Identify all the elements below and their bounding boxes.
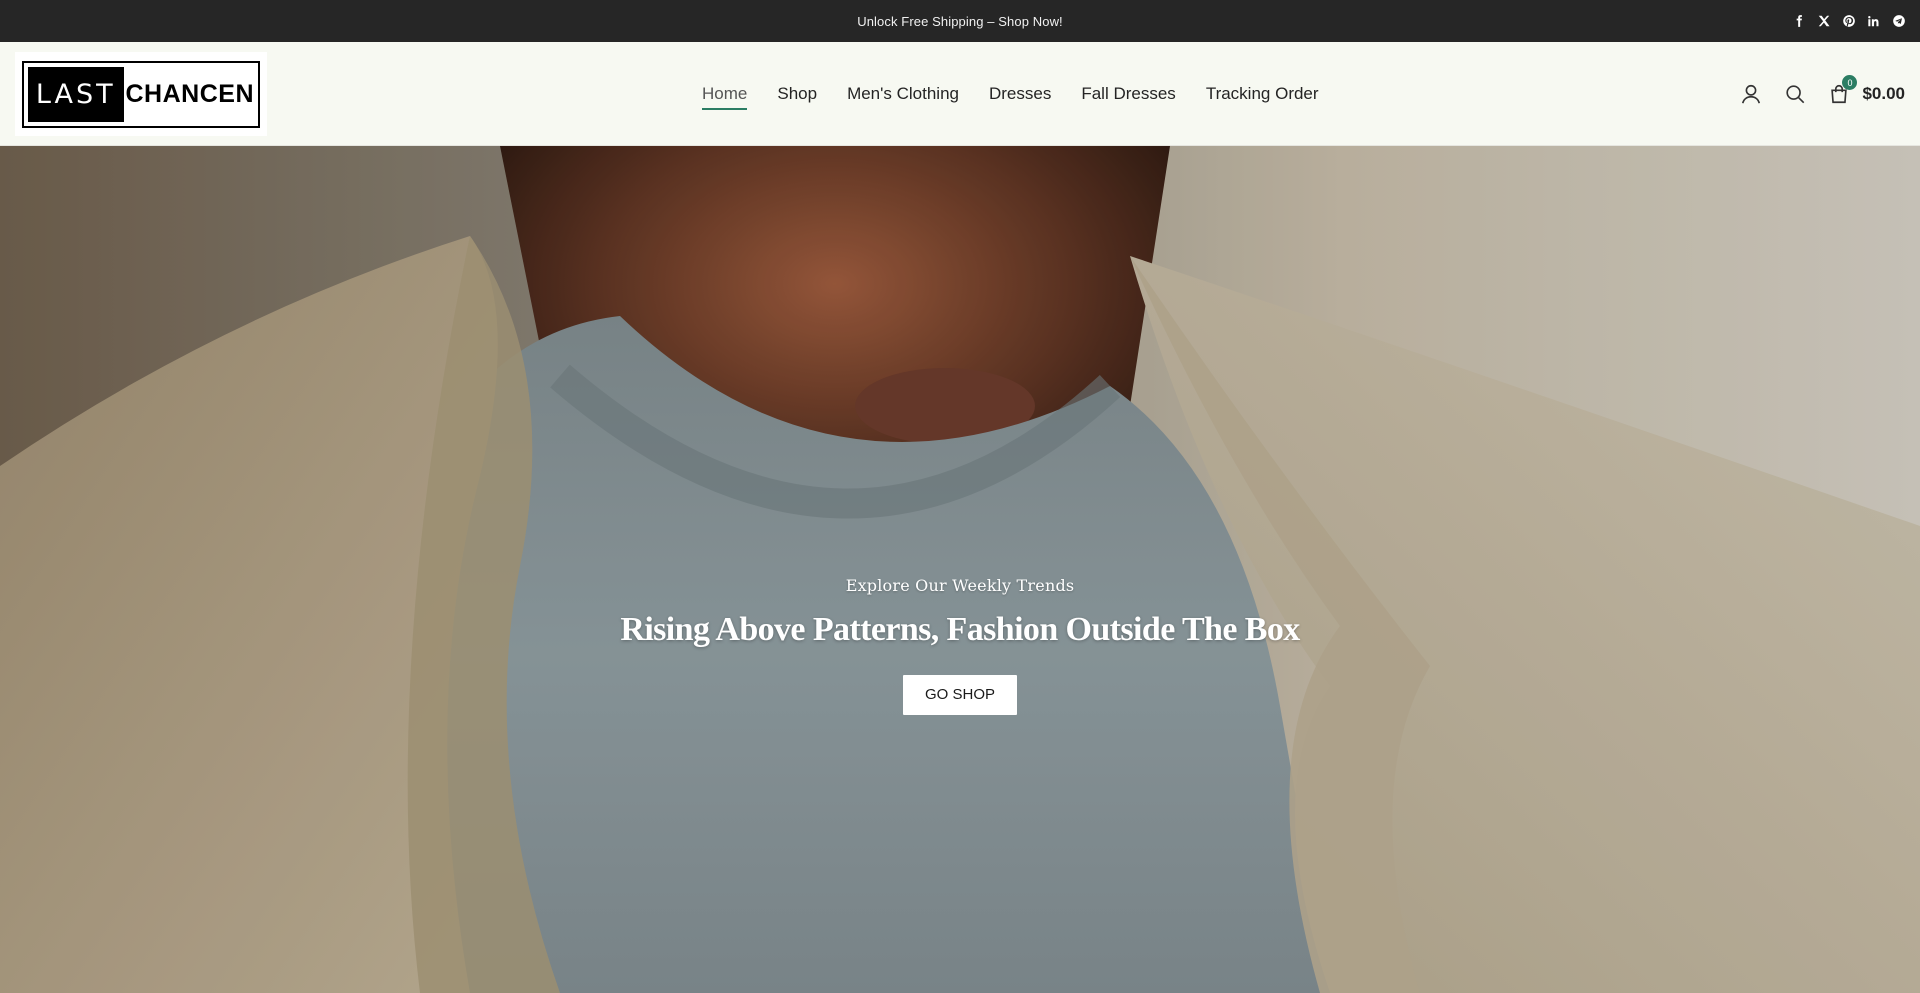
hero-banner: Explore Our Weekly Trends Rising Above P… bbox=[0, 146, 1920, 993]
nav-item-mens-clothing[interactable]: Men's Clothing bbox=[847, 78, 959, 110]
nav-item-dresses[interactable]: Dresses bbox=[989, 78, 1051, 110]
site-header: LAST CHANCEN Home Shop Men's Clothing Dr… bbox=[0, 42, 1920, 146]
cart-button[interactable]: 0 $0.00 bbox=[1828, 75, 1905, 105]
logo-part-last: LAST bbox=[28, 66, 124, 122]
social-links bbox=[1791, 0, 1906, 42]
hero-image bbox=[0, 146, 1920, 993]
account-icon[interactable] bbox=[1740, 83, 1762, 105]
logo-frame: LAST CHANCEN bbox=[22, 60, 260, 128]
logo-part-chancen: CHANCEN bbox=[125, 79, 254, 108]
hero-content: Explore Our Weekly Trends Rising Above P… bbox=[0, 576, 1920, 715]
cart-count-badge: 0 bbox=[1842, 75, 1858, 90]
nav-item-home[interactable]: Home bbox=[702, 78, 748, 110]
cart-total: $0.00 bbox=[1862, 84, 1905, 103]
site-logo[interactable]: LAST CHANCEN bbox=[15, 52, 267, 136]
main-nav: Home Shop Men's Clothing Dresses Fall Dr… bbox=[702, 42, 1319, 146]
nav-item-shop[interactable]: Shop bbox=[777, 78, 817, 110]
hero-subtitle: Explore Our Weekly Trends bbox=[845, 576, 1075, 595]
facebook-icon[interactable] bbox=[1791, 14, 1806, 29]
pinterest-icon[interactable] bbox=[1841, 14, 1856, 29]
telegram-icon[interactable] bbox=[1891, 14, 1906, 29]
hero-title: Rising Above Patterns, Fashion Outside T… bbox=[620, 611, 1300, 648]
x-icon[interactable] bbox=[1816, 14, 1831, 29]
header-tools: 0 $0.00 bbox=[1740, 42, 1905, 146]
nav-item-tracking-order[interactable]: Tracking Order bbox=[1206, 78, 1319, 110]
go-shop-button[interactable]: GO SHOP bbox=[903, 675, 1017, 715]
announcement-text[interactable]: Unlock Free Shipping – Shop Now! bbox=[857, 14, 1063, 29]
nav-item-fall-dresses[interactable]: Fall Dresses bbox=[1081, 78, 1175, 110]
top-announcement-bar: Unlock Free Shipping – Shop Now! bbox=[0, 0, 1920, 42]
linkedin-icon[interactable] bbox=[1866, 14, 1881, 29]
search-icon[interactable] bbox=[1784, 83, 1806, 105]
